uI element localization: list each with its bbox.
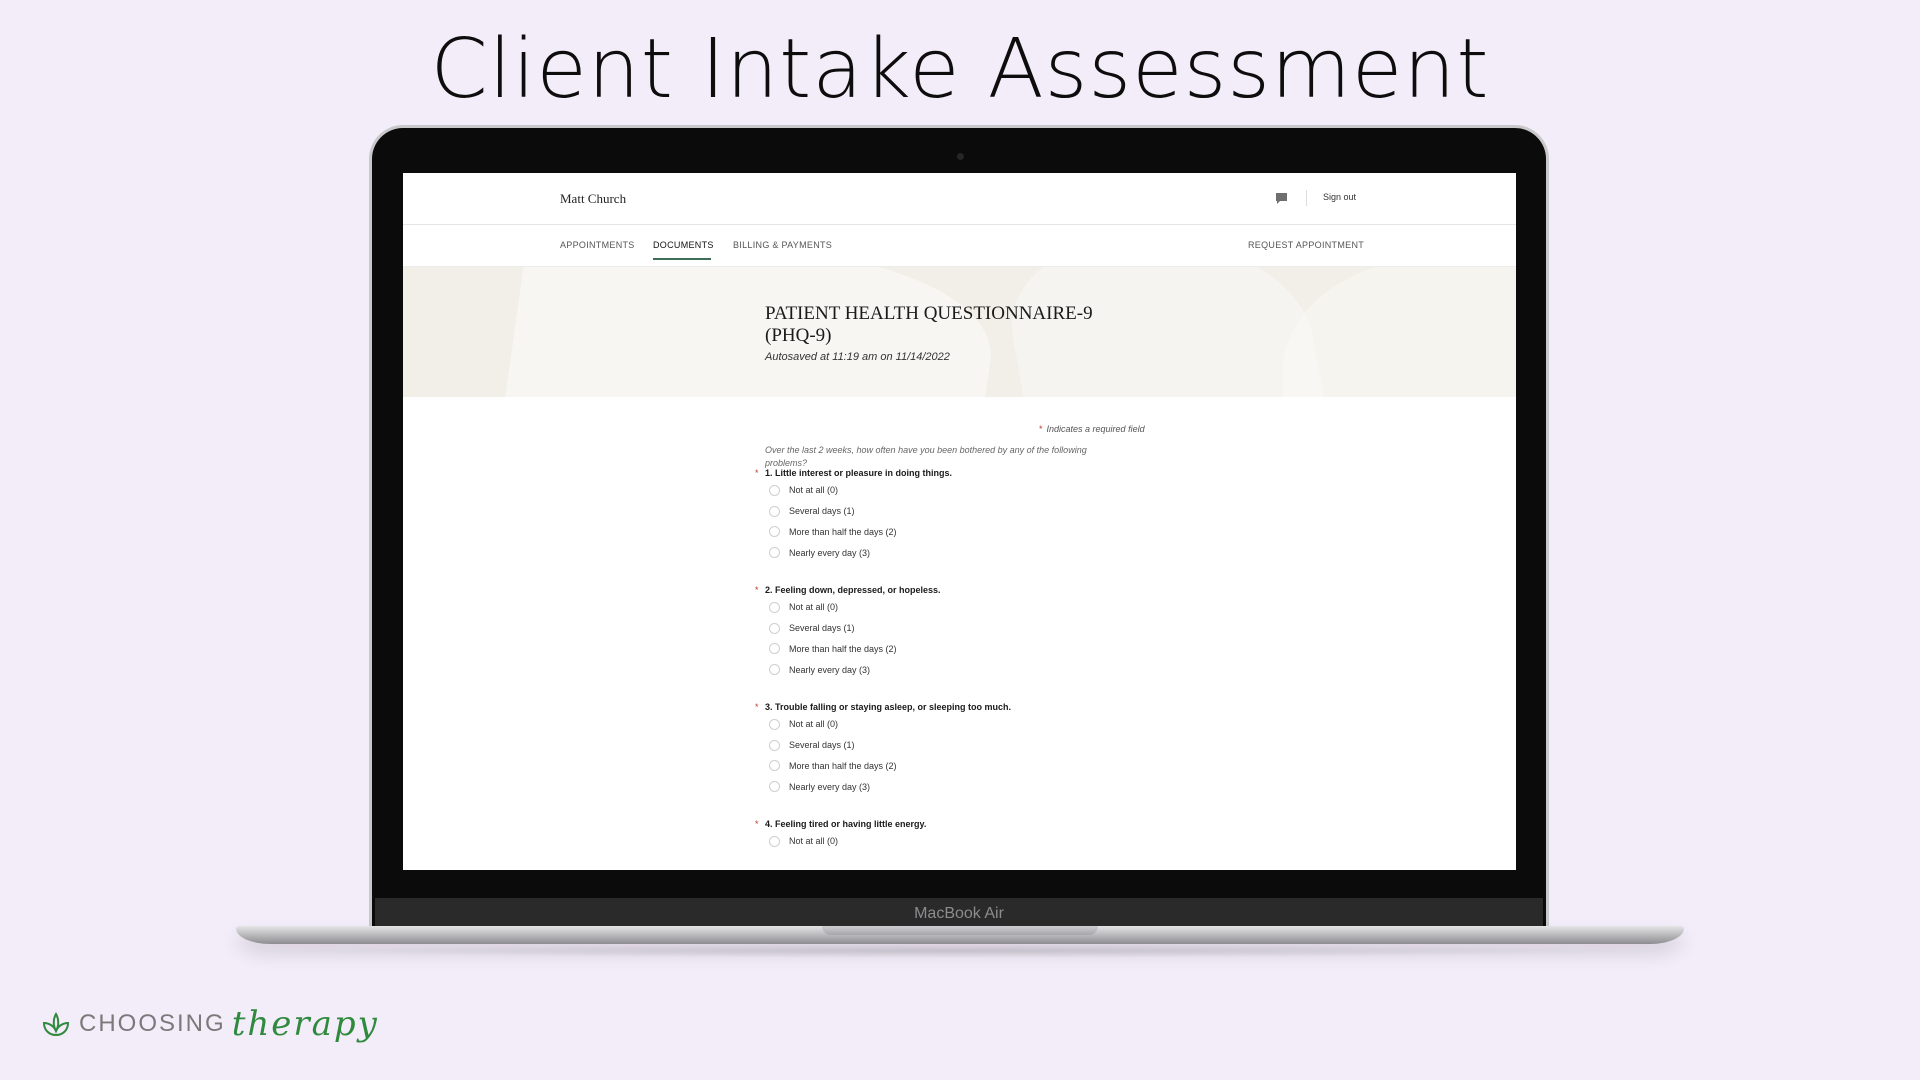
brand-word-therapy: therapy — [231, 1004, 379, 1044]
radio-option[interactable]: Several days (1) — [769, 735, 1255, 756]
camera-icon — [957, 153, 964, 160]
radio-option[interactable]: Nearly every day (3) — [769, 776, 1255, 797]
phq9-form: * Indicates a required field Over the las… — [403, 397, 1516, 870]
radio-button[interactable] — [769, 505, 780, 517]
radio-option[interactable]: Not at all (0) — [769, 480, 1255, 501]
document-title: PATIENT HEALTH QUESTIONNAIRE-9 (PHQ-9) — [765, 303, 1165, 347]
brand-logo: CHOOSING therapy — [41, 1004, 379, 1044]
brand-word-choosing: CHOOSING — [79, 1010, 226, 1037]
banner-decoration — [1283, 267, 1516, 397]
radio-option[interactable]: Nearly every day (3) — [769, 542, 1255, 563]
radio-option[interactable]: More than half the days (2) — [769, 639, 1255, 660]
option-label: More than half the days (2) — [789, 643, 897, 654]
chat-bubble-icon[interactable] — [1275, 192, 1288, 205]
main-nav: APPOINTMENTS DOCUMENTS BILLING & PAYMENT… — [403, 225, 1516, 267]
radio-button[interactable] — [769, 484, 780, 496]
option-label: Several days (1) — [789, 623, 855, 634]
option-label: Not at all (0) — [789, 602, 839, 613]
radio-option[interactable]: Not at all (0) — [769, 714, 1255, 735]
request-appointment-link[interactable]: REQUEST APPOINTMENT — [1248, 240, 1364, 250]
option-label: More than half the days (2) — [789, 760, 897, 771]
radio-button[interactable] — [769, 526, 780, 538]
radio-option[interactable]: More than half the days (2) — [769, 522, 1255, 543]
question-2: * 2. Feeling down, depressed, or hopeless… — [755, 583, 1255, 680]
required-note: * Indicates a required field — [1039, 424, 1145, 434]
radio-option[interactable]: Several days (1) — [769, 618, 1255, 639]
radio-button[interactable] — [769, 781, 780, 793]
option-label: More than half the days (2) — [789, 526, 897, 537]
question-label: * 4. Feeling tired or having little energ… — [755, 817, 1255, 831]
question-text: 1. Little interest or pleasure in doing … — [765, 468, 953, 478]
radio-option[interactable]: More than half the days (2) — [769, 756, 1255, 777]
document-header: PATIENT HEALTH QUESTIONNAIRE-9 (PHQ-9) A… — [403, 267, 1516, 397]
autosave-status: Autosaved at 11:19 am on 11/14/2022 — [765, 351, 950, 363]
document-title-line2: (PHQ-9) — [765, 325, 832, 346]
divider — [1306, 190, 1307, 206]
sign-out-link[interactable]: Sign out — [1323, 192, 1356, 202]
required-star: * — [1039, 424, 1043, 434]
radio-button[interactable] — [769, 760, 780, 772]
option-label: Nearly every day (3) — [789, 781, 871, 792]
top-bar: Matt Church Sign out — [403, 173, 1516, 225]
radio-button[interactable] — [769, 739, 780, 751]
radio-button[interactable] — [769, 601, 780, 613]
required-star: * — [755, 702, 759, 712]
radio-option[interactable]: Not at all (0) — [769, 597, 1255, 618]
option-label: Not at all (0) — [789, 836, 839, 847]
radio-button[interactable] — [769, 622, 780, 634]
tab-billing-payments[interactable]: BILLING & PAYMENTS — [733, 240, 832, 250]
question-text: 3. Trouble falling or staying asleep, or… — [765, 702, 1012, 712]
option-label: Not at all (0) — [789, 485, 839, 496]
question-label: * 3. Trouble falling or staying asleep, o… — [755, 700, 1255, 714]
option-label: Several days (1) — [789, 740, 855, 751]
required-star: * — [755, 585, 759, 595]
radio-option[interactable]: Nearly every day (3) — [769, 659, 1255, 680]
radio-button[interactable] — [769, 643, 780, 655]
tab-documents[interactable]: DOCUMENTS — [653, 240, 714, 250]
question-label: * 2. Feeling down, depressed, or hopeless… — [755, 583, 1255, 597]
option-label: Nearly every day (3) — [789, 664, 871, 675]
document-title-line1: PATIENT HEALTH QUESTIONNAIRE-9 — [765, 303, 1093, 324]
radio-button[interactable] — [769, 547, 780, 559]
option-label: Not at all (0) — [789, 719, 839, 730]
required-star: * — [755, 819, 759, 829]
radio-button[interactable] — [769, 718, 780, 730]
radio-option[interactable]: Several days (1) — [769, 501, 1255, 522]
radio-button[interactable] — [769, 664, 780, 676]
question-3: * 3. Trouble falling or staying asleep, o… — [755, 700, 1255, 797]
required-note-text: Indicates a required field — [1046, 424, 1145, 434]
leaf-icon — [42, 1012, 70, 1037]
app-screen: Matt Church Sign out APPOINTMENTS DOCUME… — [403, 173, 1516, 870]
radio-option[interactable]: Not at all (0) — [769, 831, 1255, 852]
tab-appointments[interactable]: APPOINTMENTS — [560, 240, 635, 250]
option-label: Several days (1) — [789, 506, 855, 517]
laptop-shadow — [260, 944, 1660, 958]
question-4: * 4. Feeling tired or having little energ… — [755, 817, 1255, 852]
option-label: Nearly every day (3) — [789, 547, 871, 558]
radio-button[interactable] — [769, 835, 780, 847]
laptop-notch — [822, 926, 1098, 935]
required-star: * — [755, 468, 759, 478]
user-name: Matt Church — [560, 191, 627, 206]
question-text: 2. Feeling down, depressed, or hopeless. — [765, 585, 941, 595]
question-label: * 1. Little interest or pleasure in doing… — [755, 466, 1255, 480]
headline: Client Intake Assessment — [430, 22, 1490, 117]
active-tab-indicator — [653, 258, 711, 260]
question-text: 4. Feeling tired or having little energy… — [765, 819, 927, 829]
question-1: * 1. Little interest or pleasure in doing… — [755, 466, 1255, 563]
